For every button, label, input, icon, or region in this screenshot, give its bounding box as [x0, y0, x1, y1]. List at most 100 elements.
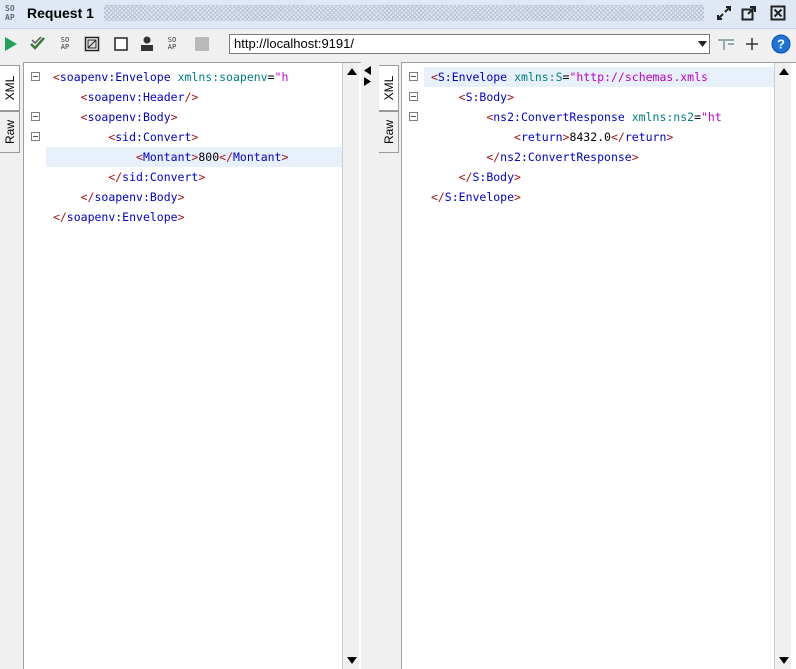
xml-line[interactable]: </S:Body>: [424, 167, 774, 187]
xml-token-attr: xmlns:soapenv: [177, 70, 268, 84]
user-icon[interactable]: [139, 34, 155, 54]
xml-token-val: "ht: [701, 110, 722, 124]
checkbox-icon[interactable]: [113, 34, 129, 54]
xml-token-tag: S:Envelope: [437, 70, 508, 84]
maximize-icon[interactable]: [739, 3, 759, 23]
response-tab-xml[interactable]: XML: [379, 65, 399, 111]
xml-token-br: <: [80, 110, 88, 124]
request-xml-code[interactable]: <soapenv:Envelope xmlns:soapenv="h <soap…: [46, 67, 346, 227]
xml-line[interactable]: <soapenv:Envelope xmlns:soapenv="h: [46, 67, 346, 87]
soap-icon[interactable]: SO AP: [57, 34, 73, 54]
xml-token-tag: soapenv:Header: [87, 90, 185, 104]
response-editor[interactable]: <S:Envelope xmlns:S="http://schemas.xmls…: [401, 62, 796, 669]
xml-token-tag: sid:Convert: [122, 170, 199, 184]
request-editor[interactable]: <soapenv:Envelope xmlns:soapenv="h <soap…: [23, 62, 363, 669]
xml-token-br: >: [281, 150, 289, 164]
xml-line[interactable]: <soapenv:Body>: [46, 107, 346, 127]
request-tab-raw[interactable]: Raw: [0, 111, 20, 153]
xml-token-attr: xmlns:ns2: [631, 110, 695, 124]
xml-token-br: >: [177, 210, 185, 224]
xml-line[interactable]: </ns2:ConvertResponse>: [424, 147, 774, 167]
response-fold-gutter: [402, 63, 424, 669]
xml-token-txt: 8432.0: [569, 130, 611, 144]
response-scrollbar[interactable]: [774, 63, 791, 669]
xml-token-br: >: [177, 190, 185, 204]
window-icon[interactable]: [83, 34, 101, 54]
titlebar-drag-area[interactable]: [104, 5, 704, 21]
response-tab-raw-label: Raw: [381, 119, 396, 145]
xml-token-br: >: [191, 130, 199, 144]
add-icon[interactable]: [743, 34, 761, 54]
xml-token-attr: xmlns:S: [514, 70, 563, 84]
stop-icon[interactable]: [193, 34, 211, 54]
xml-token-tag: ns2:ConvertResponse: [493, 110, 625, 124]
scroll-up-icon[interactable]: [777, 65, 790, 78]
scroll-down-icon[interactable]: [777, 654, 790, 667]
xml-line[interactable]: <S:Envelope xmlns:S="http://schemas.xmls: [424, 67, 774, 87]
xml-line[interactable]: </soapenv:Envelope>: [46, 207, 346, 227]
xml-token-br: <: [52, 70, 60, 84]
request-scrollbar[interactable]: [342, 63, 359, 669]
xml-line[interactable]: </soapenv:Body>: [46, 187, 346, 207]
xml-token-br: </: [52, 210, 67, 224]
close-icon[interactable]: [768, 3, 788, 23]
xml-token-tag: soapenv:Body: [94, 190, 178, 204]
request-fold-gutter: [24, 63, 46, 669]
panel-splitter[interactable]: [361, 62, 377, 669]
xml-token-val: "http://schemas.xmls: [569, 70, 708, 84]
xml-line[interactable]: </S:Envelope>: [424, 187, 774, 207]
fold-toggle-icon[interactable]: [31, 112, 40, 121]
run-icon[interactable]: [2, 34, 20, 54]
xml-token-tag: S:Body: [465, 90, 508, 104]
xml-token-br: <: [136, 150, 143, 164]
fold-toggle-icon[interactable]: [409, 112, 418, 121]
settings-icon[interactable]: [716, 34, 736, 54]
xml-token-br: >: [514, 190, 521, 204]
xml-token-tag: return: [624, 130, 667, 144]
fold-toggle-icon[interactable]: [31, 72, 40, 81]
fold-toggle-icon[interactable]: [409, 72, 418, 81]
xml-line[interactable]: <ns2:ConvertResponse xmlns:ns2="ht: [424, 107, 774, 127]
xml-line[interactable]: </sid:Convert>: [46, 167, 346, 187]
xml-line[interactable]: <soapenv:Header/>: [46, 87, 346, 107]
xml-line[interactable]: <S:Body>: [424, 87, 774, 107]
xml-token-tag: Montant: [233, 150, 282, 164]
validate-icon[interactable]: [28, 34, 48, 54]
request-tab-xml[interactable]: XML: [0, 65, 20, 111]
xml-token-br: <: [80, 90, 88, 104]
fold-toggle-icon[interactable]: [409, 92, 418, 101]
xml-token-br: </: [80, 190, 95, 204]
xml-line[interactable]: <sid:Convert>: [46, 127, 346, 147]
xml-token-br: <: [514, 130, 521, 144]
fold-toggle-icon[interactable]: [31, 132, 40, 141]
xml-token-br: >: [198, 170, 206, 184]
xml-token-br: </: [430, 190, 445, 204]
restore-icon[interactable]: [714, 3, 734, 23]
endpoint-url-value: http://localhost:9191/: [234, 36, 354, 51]
window-title: Request 1: [27, 5, 94, 21]
xml-token-tag: Montant: [142, 150, 192, 164]
endpoint-url-input[interactable]: http://localhost:9191/: [229, 34, 710, 54]
help-icon[interactable]: ?: [770, 34, 792, 54]
xml-token-br: >: [507, 90, 515, 104]
xml-token-tag: S:Envelope: [444, 190, 515, 204]
xml-token-br: >: [170, 110, 178, 124]
xml-token-br: </: [486, 150, 501, 164]
soap-icon[interactable]: SO AP: [164, 34, 180, 54]
xml-line[interactable]: <return>8432.0</return>: [424, 127, 774, 147]
response-xml-code[interactable]: <S:Envelope xmlns:S="http://schemas.xmls…: [424, 67, 774, 207]
xml-token-val: "h: [274, 70, 289, 84]
xml-line[interactable]: <Montant>800</Montant>: [46, 147, 342, 167]
request-toolbar: SO AP SO AP http://localhost:9191/ ?: [0, 29, 796, 60]
scroll-up-icon[interactable]: [345, 65, 358, 78]
scroll-down-icon[interactable]: [345, 654, 358, 667]
xml-token-tag: S:Body: [472, 170, 515, 184]
response-tab-raw[interactable]: Raw: [379, 111, 399, 153]
request-tab-xml-label: XML: [2, 75, 17, 101]
xml-token-br: </: [219, 150, 233, 164]
xml-token-br: >: [666, 130, 674, 144]
xml-token-txt: [171, 70, 178, 84]
chevron-down-icon[interactable]: [695, 35, 709, 53]
collapse-right-icon[interactable]: [364, 75, 372, 89]
xml-token-eq: =: [267, 70, 275, 84]
